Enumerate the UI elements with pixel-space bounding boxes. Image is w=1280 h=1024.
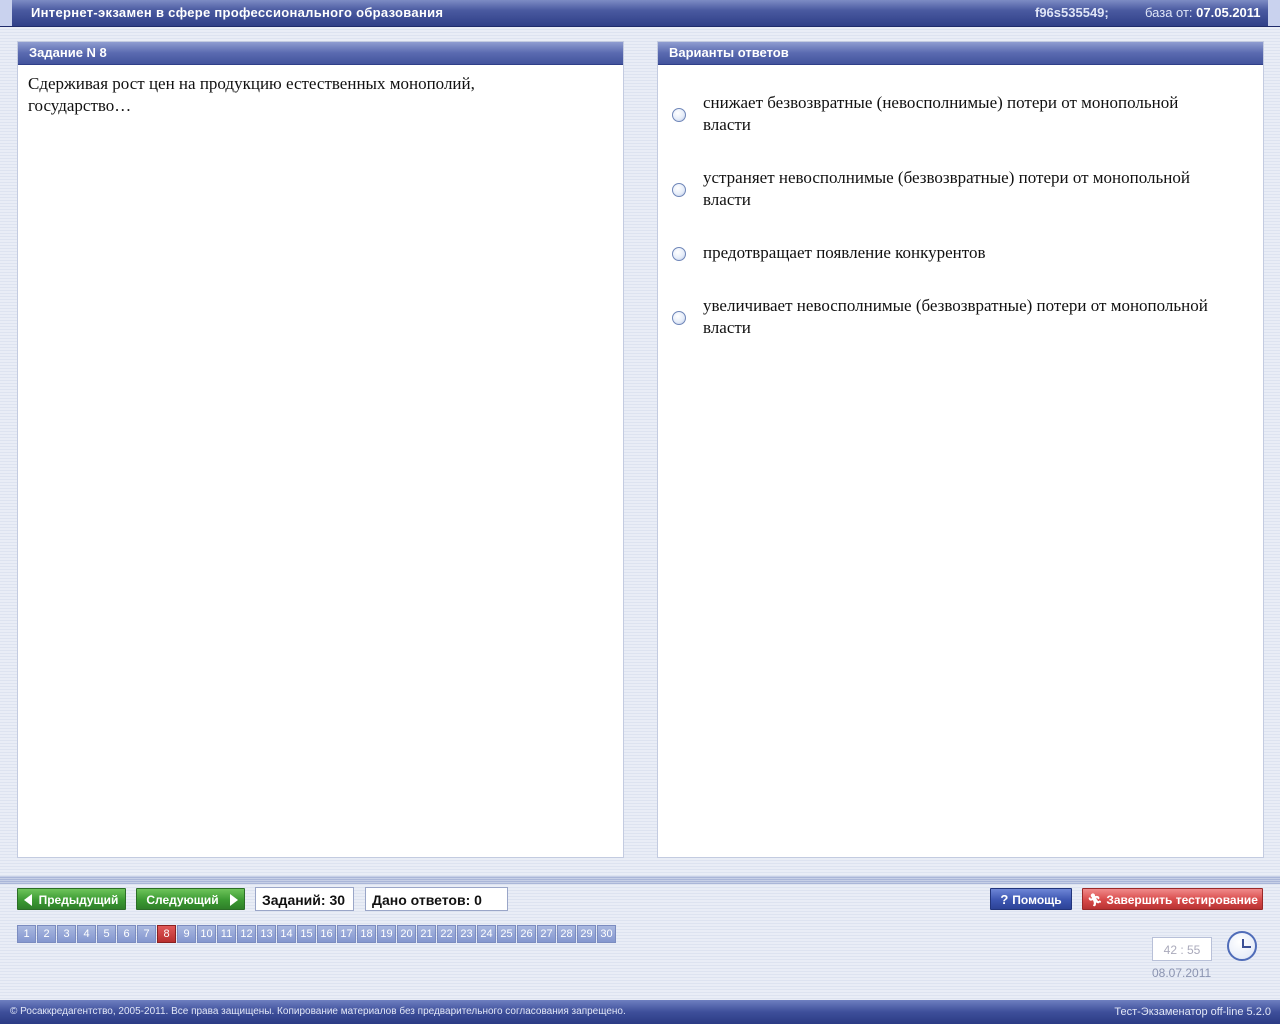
next-button[interactable]: Следующий (136, 888, 245, 910)
answer-option-3[interactable]: предотвращает появление конкурентов (672, 242, 1232, 264)
clock-hand-minute (1243, 946, 1251, 948)
page-button-10[interactable]: 10 (197, 925, 216, 943)
page-button-26[interactable]: 26 (517, 925, 536, 943)
prev-button-label: Предыдущий (38, 893, 119, 907)
page-button-17[interactable]: 17 (337, 925, 356, 943)
answer-option-1[interactable]: снижает безвозвратные (невосполнимые) по… (672, 92, 1232, 136)
app-titlebar: Интернет-экзамен в сфере профессионально… (0, 0, 1280, 27)
arrow-right-icon (230, 894, 238, 906)
answer-option-2[interactable]: устраняет невосполнимые (безвозвратные) … (672, 167, 1232, 211)
version-text: Тест-Экзаменатор off-line 5.2.0 (1114, 1006, 1271, 1018)
finish-test-button[interactable]: 🏃︎ Завершить тестирование (1082, 888, 1263, 910)
arrow-left-icon (24, 894, 32, 906)
page-button-21[interactable]: 21 (417, 925, 436, 943)
answers-header: Варианты ответов (658, 42, 1263, 65)
answers-given-count: Дано ответов: 0 (365, 887, 508, 911)
page-button-1[interactable]: 1 (17, 925, 36, 943)
page-button-11[interactable]: 11 (217, 925, 236, 943)
radio-button-icon[interactable] (672, 108, 686, 122)
page-button-22[interactable]: 22 (437, 925, 456, 943)
page-button-5[interactable]: 5 (97, 925, 116, 943)
page-button-25[interactable]: 25 (497, 925, 516, 943)
page-button-29[interactable]: 29 (577, 925, 596, 943)
page-button-16[interactable]: 16 (317, 925, 336, 943)
page-button-6[interactable]: 6 (117, 925, 136, 943)
help-button-label: Помощь (1012, 893, 1062, 907)
page-button-19[interactable]: 19 (377, 925, 396, 943)
current-date: 08.07.2011 (1152, 966, 1212, 980)
help-button[interactable]: ? Помощь (990, 888, 1072, 910)
titlebar-left-strip (0, 0, 12, 26)
timer-display: 42 : 55 (1152, 937, 1212, 961)
app-title: Интернет-экзамен в сфере профессионально… (31, 5, 444, 20)
footer: © Росаккредагентство, 2005-2011. Все пра… (0, 1000, 1280, 1024)
base-label: база от: (1145, 5, 1193, 20)
question-text: Сдерживая рост цен на продукцию естестве… (28, 74, 475, 115)
answer-option-text: увеличивает невосполнимые (безвозвратные… (703, 296, 1208, 337)
bottom-divider (0, 876, 1280, 884)
radio-button-icon[interactable] (672, 311, 686, 325)
prev-button[interactable]: Предыдущий (17, 888, 126, 910)
clock-icon (1227, 931, 1257, 961)
tasks-count: Заданий: 30 (255, 887, 354, 911)
page-button-14[interactable]: 14 (277, 925, 296, 943)
page-button-27[interactable]: 27 (537, 925, 556, 943)
page-button-13[interactable]: 13 (257, 925, 276, 943)
page-button-20[interactable]: 20 (397, 925, 416, 943)
task-header: Задание N 8 (18, 42, 623, 65)
page-button-12[interactable]: 12 (237, 925, 256, 943)
next-button-label: Следующий (146, 893, 219, 907)
page-button-23[interactable]: 23 (457, 925, 476, 943)
copyright-text: © Росаккредагентство, 2005-2011. Все пра… (10, 1006, 626, 1017)
base-date: 07.05.2011 (1196, 5, 1261, 20)
page-button-3[interactable]: 3 (57, 925, 76, 943)
page-button-8[interactable]: 8 (157, 925, 176, 943)
task-panel: Задание N 8 Сдерживая рост цен на продук… (17, 41, 624, 858)
base-date-label: база от: 07.05.2011 (1145, 5, 1261, 20)
radio-button-icon[interactable] (672, 247, 686, 261)
radio-button-icon[interactable] (672, 183, 686, 197)
running-man-icon: 🏃︎ (1087, 893, 1103, 907)
titlebar-right-strip (1268, 0, 1280, 26)
page-button-24[interactable]: 24 (477, 925, 496, 943)
session-id: f96s535549; (1035, 5, 1109, 20)
answers-panel: Варианты ответов снижает безвозвратные (… (657, 41, 1264, 858)
finish-button-label: Завершить тестирование (1106, 893, 1258, 907)
page-button-30[interactable]: 30 (597, 925, 616, 943)
page-button-18[interactable]: 18 (357, 925, 376, 943)
page-button-28[interactable]: 28 (557, 925, 576, 943)
question-icon: ? (1000, 892, 1009, 907)
answer-option-text: предотвращает появление конкурентов (703, 243, 986, 262)
page-button-7[interactable]: 7 (137, 925, 156, 943)
answer-option-text: снижает безвозвратные (невосполнимые) по… (703, 93, 1179, 134)
answer-option-4[interactable]: увеличивает невосполнимые (безвозвратные… (672, 295, 1232, 339)
page-button-4[interactable]: 4 (77, 925, 96, 943)
answer-option-text: устраняет невосполнимые (безвозвратные) … (703, 168, 1190, 209)
page-button-15[interactable]: 15 (297, 925, 316, 943)
page-button-9[interactable]: 9 (177, 925, 196, 943)
page-button-2[interactable]: 2 (37, 925, 56, 943)
